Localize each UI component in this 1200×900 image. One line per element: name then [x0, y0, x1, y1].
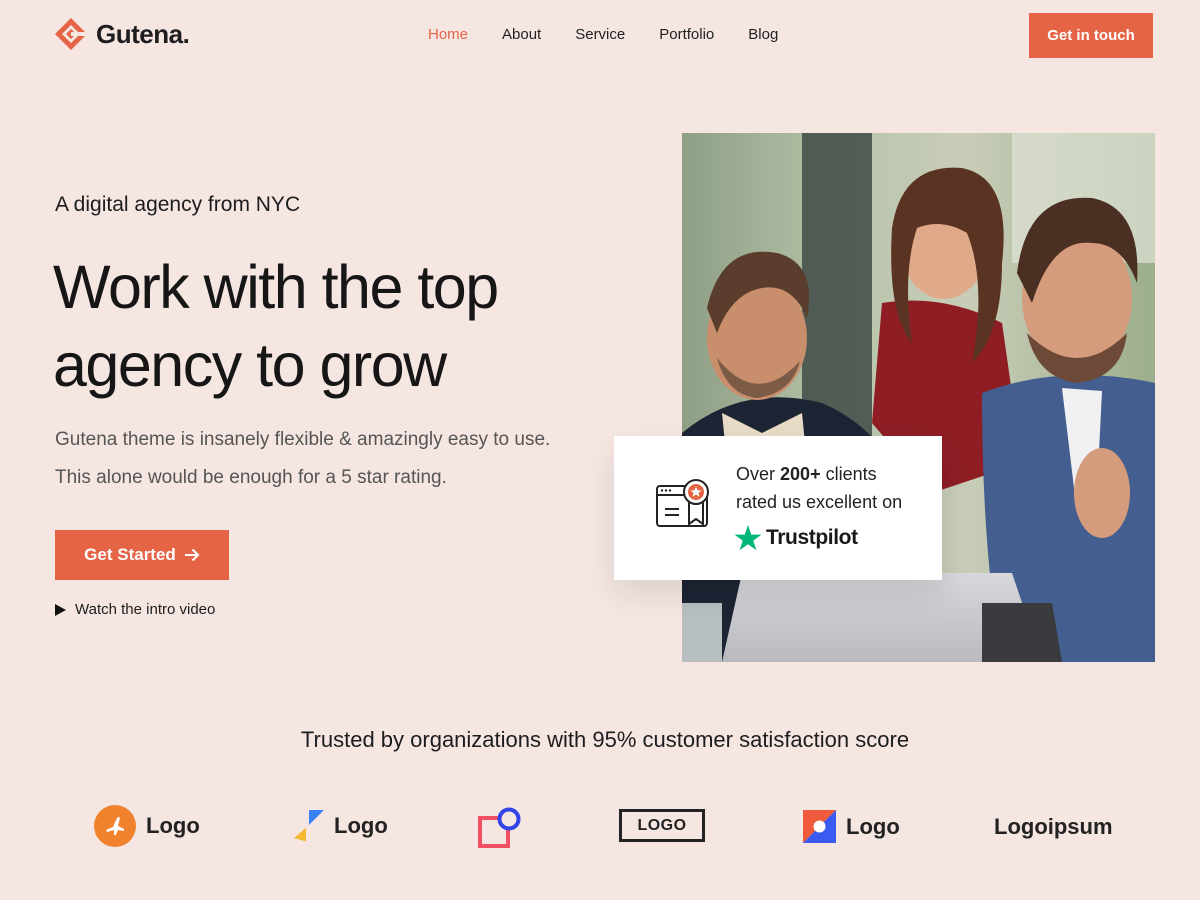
- hero-headline-line2: agency to grow: [53, 331, 447, 399]
- play-icon: [55, 603, 66, 616]
- trustpilot-rating-card: Over 200+ clients rated us excellent on …: [614, 436, 942, 580]
- hero-description: Gutena theme is insanely flexible & amaz…: [55, 429, 551, 488]
- get-started-button[interactable]: Get Started: [55, 530, 229, 580]
- rating-card-subline: rated us excellent on: [736, 492, 903, 512]
- nav-item-service[interactable]: Service: [575, 26, 625, 43]
- trustpilot-logo[interactable]: Trustpilot: [734, 524, 858, 552]
- brand-logo[interactable]: Gutena.: [54, 17, 190, 51]
- brand-name: Gutena.: [96, 18, 190, 49]
- brand-logo-icon: [55, 18, 87, 50]
- client-logo-2: Logo: [294, 810, 388, 842]
- nav-item-home[interactable]: Home: [428, 26, 468, 43]
- hero-photo: [682, 133, 1155, 662]
- square-circle-icon: [478, 807, 521, 848]
- hero-headline: Work with the top agency to grow: [53, 248, 613, 404]
- main-nav: Home About Service Portfolio Blog: [428, 26, 812, 43]
- client-logos-row: Logo Logo LOGO Logo Logoipsum: [0, 800, 1200, 860]
- hero-headline-line1: Work with the top: [53, 253, 499, 321]
- client-logo-6: Logoipsum: [994, 814, 1113, 840]
- logoipsum-wordmark: Logoipsum: [994, 814, 1113, 839]
- client-logo-1: Logo: [94, 805, 200, 847]
- client-logo-5: Logo: [803, 810, 900, 843]
- site-header: Gutena. Home About Service Portfolio Blo…: [0, 0, 1200, 72]
- client-logo-3: [478, 806, 522, 850]
- split-square-icon: [803, 810, 836, 843]
- plane-circle-icon: [94, 805, 136, 847]
- client-logo-4: LOGO: [619, 809, 705, 842]
- hero-eyebrow: A digital agency from NYC: [55, 193, 301, 216]
- client-count: 200+: [780, 464, 821, 484]
- nav-item-blog[interactable]: Blog: [748, 26, 778, 43]
- certificate-award-icon: [656, 479, 709, 527]
- watch-video-label: Watch the intro video: [75, 601, 216, 618]
- nav-item-about[interactable]: About: [502, 26, 541, 43]
- trusted-by-title: Trusted by organizations with 95% custom…: [300, 727, 910, 752]
- watch-video-link[interactable]: Watch the intro video: [55, 601, 215, 618]
- boxed-wordmark: LOGO: [619, 809, 705, 842]
- rating-card-headline: Over 200+ clients: [736, 464, 877, 484]
- trustpilot-wordmark: Trustpilot: [766, 526, 858, 549]
- get-in-touch-button[interactable]: Get in touch: [1029, 13, 1153, 58]
- arrow-right-icon: [184, 548, 200, 562]
- nav-item-portfolio[interactable]: Portfolio: [659, 26, 714, 43]
- flag-shape-icon: [294, 810, 324, 842]
- get-started-label: Get Started: [84, 545, 176, 564]
- trustpilot-star-icon: [734, 525, 762, 551]
